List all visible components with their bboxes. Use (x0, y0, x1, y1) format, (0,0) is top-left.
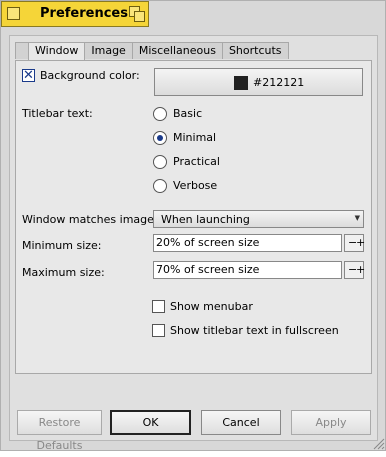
resize-handle-icon[interactable] (371, 436, 385, 450)
tab-shortcuts[interactable]: Shortcuts (221, 42, 289, 59)
show-titlebar-fullscreen-checkbox[interactable] (152, 324, 165, 337)
titlebar-text-label: Titlebar text: (22, 107, 93, 120)
radio-practical-label: Practical (173, 155, 220, 168)
radio-verbose-label: Verbose (173, 179, 218, 192)
cancel-button[interactable]: Cancel (201, 410, 281, 435)
zoom-icon[interactable] (129, 6, 145, 22)
plus-icon[interactable]: + (356, 262, 365, 277)
maximum-size-field[interactable] (153, 261, 342, 279)
window-tab[interactable]: Preferences (1, 1, 149, 27)
tab-miscellaneous[interactable]: Miscellaneous (131, 42, 223, 59)
tab-bar: Window Image Miscellaneous Shortcuts (15, 42, 289, 61)
window-title: Preferences (40, 6, 128, 21)
maximum-size-input[interactable] (154, 262, 336, 277)
minimum-size-field[interactable] (153, 234, 342, 252)
color-value: #212121 (253, 76, 305, 89)
maximum-size-stepper[interactable]: − + (344, 261, 365, 279)
preferences-window: Preferences Window Image Miscellaneous S… (0, 0, 386, 452)
radio-minimal[interactable] (153, 131, 167, 145)
background-color-label: Background color: (40, 69, 140, 82)
ok-button[interactable]: OK (110, 410, 191, 435)
chevron-down-icon: ▼ (354, 214, 360, 222)
matches-image-size-dropdown[interactable]: When launching ▼ (153, 210, 364, 228)
tab-window[interactable]: Window (28, 42, 86, 61)
show-menubar-label: Show menubar (170, 300, 253, 313)
minimum-size-label: Minimum size: (22, 239, 102, 252)
radio-verbose[interactable] (153, 179, 167, 193)
plus-icon[interactable]: + (356, 235, 365, 250)
color-swatch (234, 76, 248, 90)
show-titlebar-fullscreen-label: Show titlebar text in fullscreen (170, 324, 339, 337)
tab-image[interactable]: Image (84, 42, 133, 59)
radio-practical[interactable] (153, 155, 167, 169)
close-icon[interactable] (7, 7, 20, 20)
maximum-size-label: Maximum size: (22, 266, 105, 279)
minimum-size-input[interactable] (154, 235, 336, 250)
radio-minimal-label: Minimal (173, 131, 217, 144)
minimum-size-stepper[interactable]: − + (344, 234, 365, 252)
restore-defaults-button[interactable]: Restore Defaults (17, 410, 102, 452)
show-menubar-checkbox[interactable] (152, 300, 165, 313)
radio-basic-label: Basic (173, 107, 203, 120)
matches-image-size-value: When launching (161, 213, 250, 226)
background-color-button[interactable]: #212121 (154, 68, 363, 96)
radio-basic[interactable] (153, 107, 167, 121)
tab-spacer (15, 42, 29, 59)
background-color-checkbox[interactable] (22, 68, 35, 83)
apply-button[interactable]: Apply (291, 410, 371, 435)
